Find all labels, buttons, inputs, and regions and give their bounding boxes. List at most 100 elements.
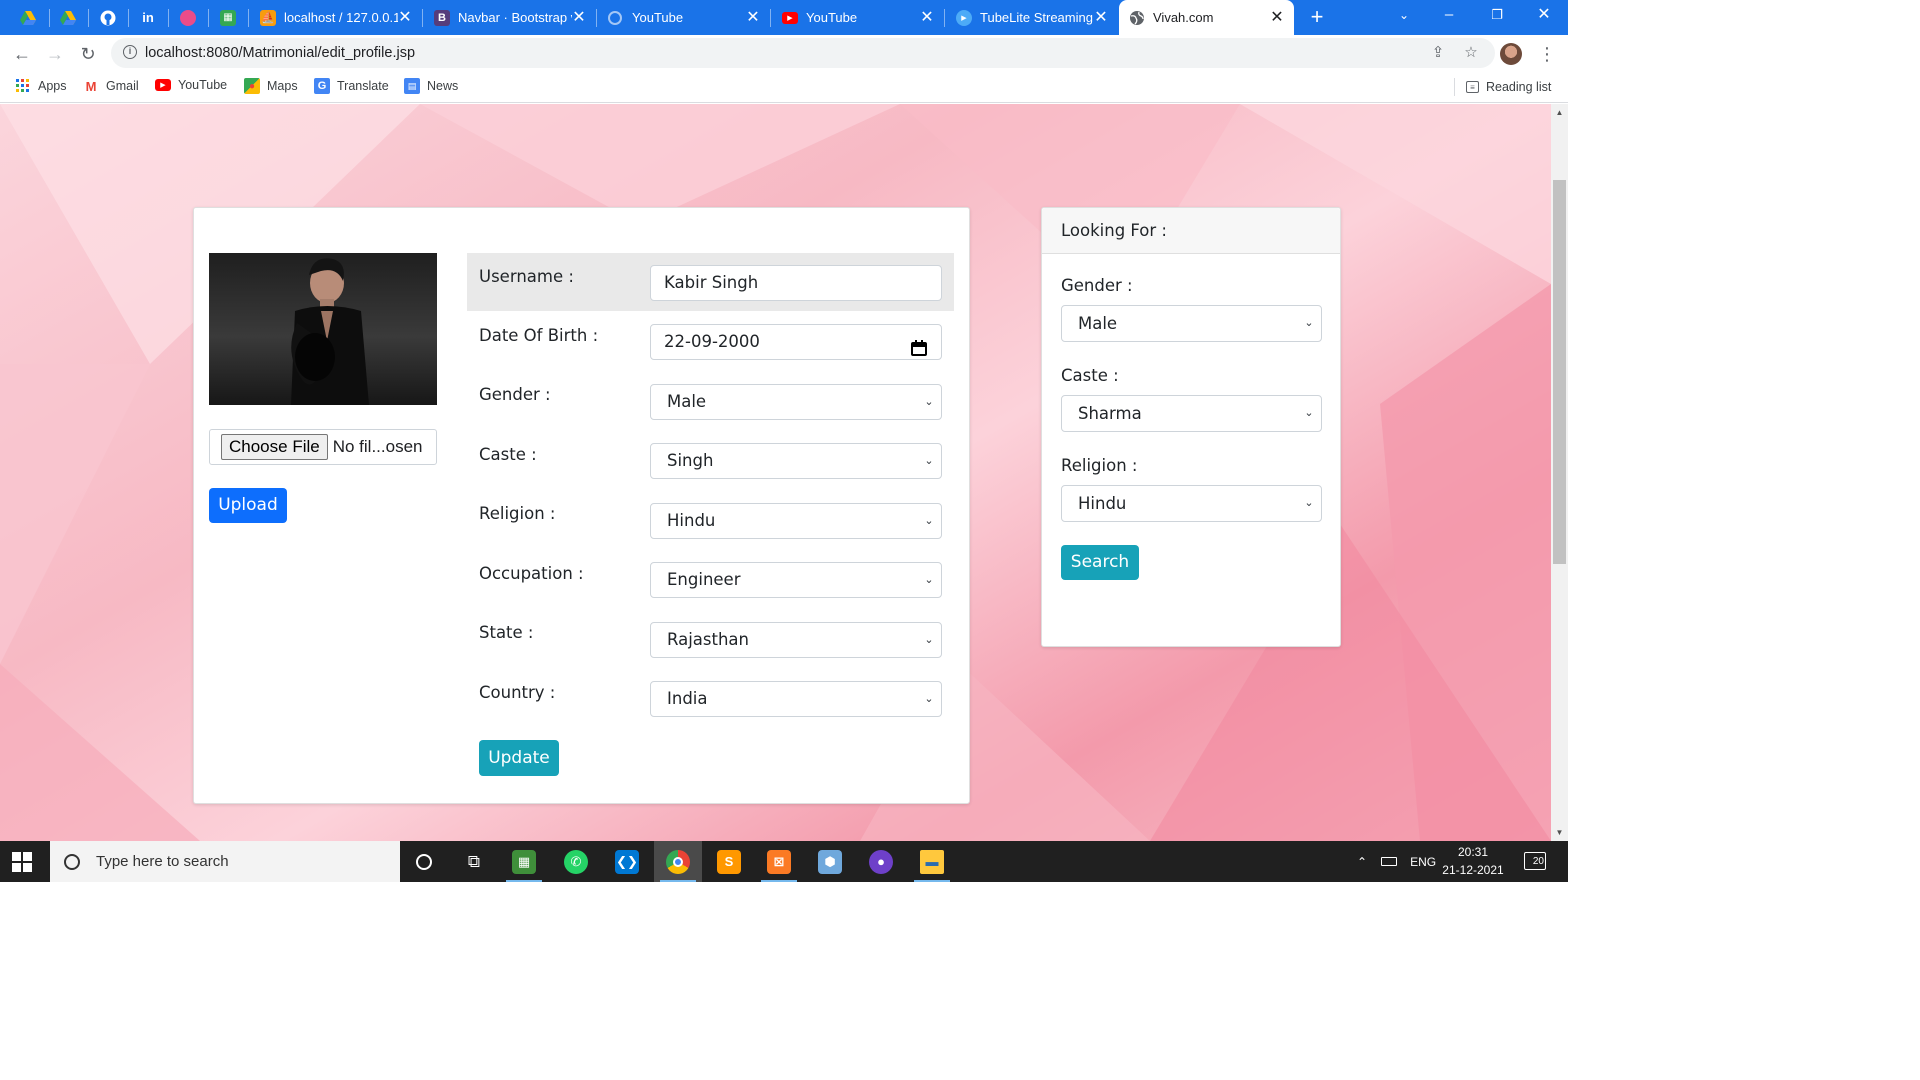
search-button[interactable]: Search	[1061, 545, 1139, 580]
windows-start-icon[interactable]	[12, 852, 32, 872]
taskbar-app-chrome[interactable]	[654, 841, 702, 882]
occupation-select[interactable]: Engineer ⌄	[650, 562, 942, 598]
taskbar-app-whatsapp[interactable]: ✆	[552, 841, 600, 882]
bookmark-news[interactable]: ▤ News	[404, 78, 458, 94]
scrollbar-thumb[interactable]	[1553, 180, 1566, 564]
close-icon[interactable]: ✕	[1094, 9, 1108, 25]
close-icon[interactable]: ✕	[1270, 9, 1284, 25]
chevron-down-icon: ⌄	[924, 395, 934, 408]
bookmark-apps[interactable]: Apps	[15, 78, 67, 94]
profile-avatar[interactable]	[1500, 43, 1522, 65]
taskbar-app-xampp[interactable]: ⊠	[755, 841, 803, 882]
tab-title: YouTube	[806, 10, 858, 25]
pinned-tab-dribbble[interactable]	[171, 4, 205, 31]
minimize-button[interactable]: –	[1426, 0, 1472, 32]
language-indicator[interactable]: ENG	[1410, 855, 1436, 869]
reading-list[interactable]: ≡ Reading list	[1454, 78, 1551, 96]
pinned-tab-drive[interactable]	[11, 4, 45, 31]
pinned-tab-linkedin[interactable]: in	[131, 4, 165, 31]
battery-icon[interactable]	[1381, 857, 1398, 866]
close-icon[interactable]: ✕	[572, 9, 586, 25]
dob-input[interactable]: 22-09-2000	[650, 324, 942, 360]
close-icon[interactable]: ✕	[746, 9, 760, 25]
notification-count: 20	[1532, 856, 1544, 867]
caste-select[interactable]: Singh ⌄	[650, 443, 942, 479]
lf-gender-select[interactable]: Male ⌄	[1061, 305, 1322, 342]
close-icon[interactable]: ✕	[398, 9, 412, 25]
scroll-down-icon[interactable]: ▼	[1551, 825, 1568, 840]
taskbar-app-virtualbox[interactable]: ⬢	[806, 841, 854, 882]
gender-select[interactable]: Male ⌄	[650, 384, 942, 420]
bookmark-label: Maps	[267, 79, 298, 93]
restore-button[interactable]: ❐	[1474, 0, 1520, 32]
upload-button[interactable]: Upload	[209, 488, 287, 523]
update-button[interactable]: Update	[479, 740, 559, 776]
system-tray: ⌃ ENG	[1357, 841, 1436, 882]
task-view-icon: ⧉	[467, 851, 481, 871]
looking-for-title: Looking For :	[1061, 221, 1167, 240]
bookmark-label: YouTube	[178, 78, 228, 92]
share-icon[interactable]: ⇪	[1429, 44, 1447, 62]
tab-strip: in ▦ ⛵ localhost / 127.0.0.1 ✕ B Navbar …	[0, 0, 1568, 35]
address-bar[interactable]: i localhost:8080/Matrimonial/edit_profil…	[111, 38, 1495, 68]
tab-title: localhost / 127.0.0.1	[284, 10, 398, 25]
gmail-icon: M	[85, 78, 97, 94]
tab-vivah[interactable]: Vivah.com ✕	[1119, 0, 1294, 35]
tab-search-chevron-icon[interactable]: ⌄	[1381, 0, 1427, 32]
close-window-button[interactable]: ✕	[1521, 0, 1567, 32]
tab-bootstrap[interactable]: B Navbar · Bootstrap v ✕	[424, 0, 596, 35]
forward-arrow-icon[interactable]: →	[43, 42, 67, 66]
occupation-label: Occupation :	[479, 564, 584, 583]
choose-file-button[interactable]: Choose File	[221, 434, 328, 460]
pinned-tab-drive-2[interactable]	[51, 4, 85, 31]
taskbar-app-github-desktop[interactable]: ●	[857, 841, 905, 882]
tab-youtube[interactable]: ▶ YouTube ✕	[772, 0, 944, 35]
bookmark-youtube[interactable]: ▶ YouTube	[155, 78, 227, 92]
taskbar-app-file-explorer[interactable]: ▬	[908, 841, 956, 882]
lf-caste-select[interactable]: Sharma ⌄	[1061, 395, 1322, 432]
back-arrow-icon[interactable]: ←	[10, 42, 34, 66]
taskbar-search-box[interactable]: Type here to search	[50, 841, 400, 882]
cortana-button[interactable]	[400, 841, 448, 882]
github-desktop-icon: ●	[869, 849, 893, 874]
religion-select[interactable]: Hindu ⌄	[650, 503, 942, 539]
news-icon: ▤	[404, 78, 420, 94]
bookmark-star-icon[interactable]: ☆	[1462, 44, 1480, 62]
task-view-button[interactable]: ⧉	[450, 841, 498, 882]
reading-list-label: Reading list	[1486, 80, 1552, 94]
taskbar-app-spreadsheet[interactable]: ▦	[500, 841, 548, 882]
bookmark-maps[interactable]: ● Maps	[244, 78, 298, 94]
pinned-tab-sheets[interactable]: ▦	[211, 4, 245, 31]
country-select[interactable]: India ⌄	[650, 681, 942, 717]
username-input[interactable]: Kabir Singh	[650, 265, 942, 301]
tab-title: TubeLite Streaming	[980, 10, 1093, 25]
lf-religion-select[interactable]: Hindu ⌄	[1061, 485, 1322, 522]
browser-menu-icon[interactable]: ⋮	[1538, 42, 1556, 66]
maps-icon: ●	[244, 78, 260, 94]
new-tab-button[interactable]: +	[1304, 4, 1330, 30]
loading-icon	[608, 10, 622, 25]
lf-caste-label: Caste :	[1061, 366, 1119, 385]
chevron-down-icon: ⌄	[924, 692, 934, 705]
tab-youtube-loading[interactable]: YouTube ✕	[598, 0, 770, 35]
taskbar-clock[interactable]: 20:31 21-12-2021	[1440, 843, 1506, 879]
chevron-up-icon[interactable]: ⌃	[1357, 855, 1367, 869]
reload-icon[interactable]: ↻	[76, 42, 100, 66]
tab-tubelite[interactable]: ▶ TubeLite Streaming ✕	[946, 0, 1118, 35]
pinned-tab-github[interactable]	[91, 4, 125, 31]
file-input[interactable]: Choose File No fil...osen	[209, 429, 437, 465]
taskbar-app-vscode[interactable]: ❮❯	[603, 841, 651, 882]
notification-center-icon[interactable]: 20	[1524, 852, 1546, 870]
taskbar-app-sublime[interactable]: S	[705, 841, 753, 882]
scroll-up-icon[interactable]: ▲	[1551, 105, 1568, 120]
site-info-icon[interactable]: i	[123, 45, 137, 59]
play-icon: ▶	[956, 9, 972, 26]
state-select[interactable]: Rajasthan ⌄	[650, 622, 942, 658]
bookmark-translate[interactable]: G Translate	[314, 78, 389, 94]
bookmark-label: News	[427, 79, 459, 93]
url-text[interactable]: localhost:8080/Matrimonial/edit_profile.…	[145, 45, 415, 61]
bookmark-gmail[interactable]: M Gmail	[83, 78, 139, 94]
calendar-icon[interactable]	[911, 334, 927, 356]
close-icon[interactable]: ✕	[920, 9, 934, 25]
tab-phpmyadmin[interactable]: ⛵ localhost / 127.0.0.1 ✕	[250, 0, 422, 35]
